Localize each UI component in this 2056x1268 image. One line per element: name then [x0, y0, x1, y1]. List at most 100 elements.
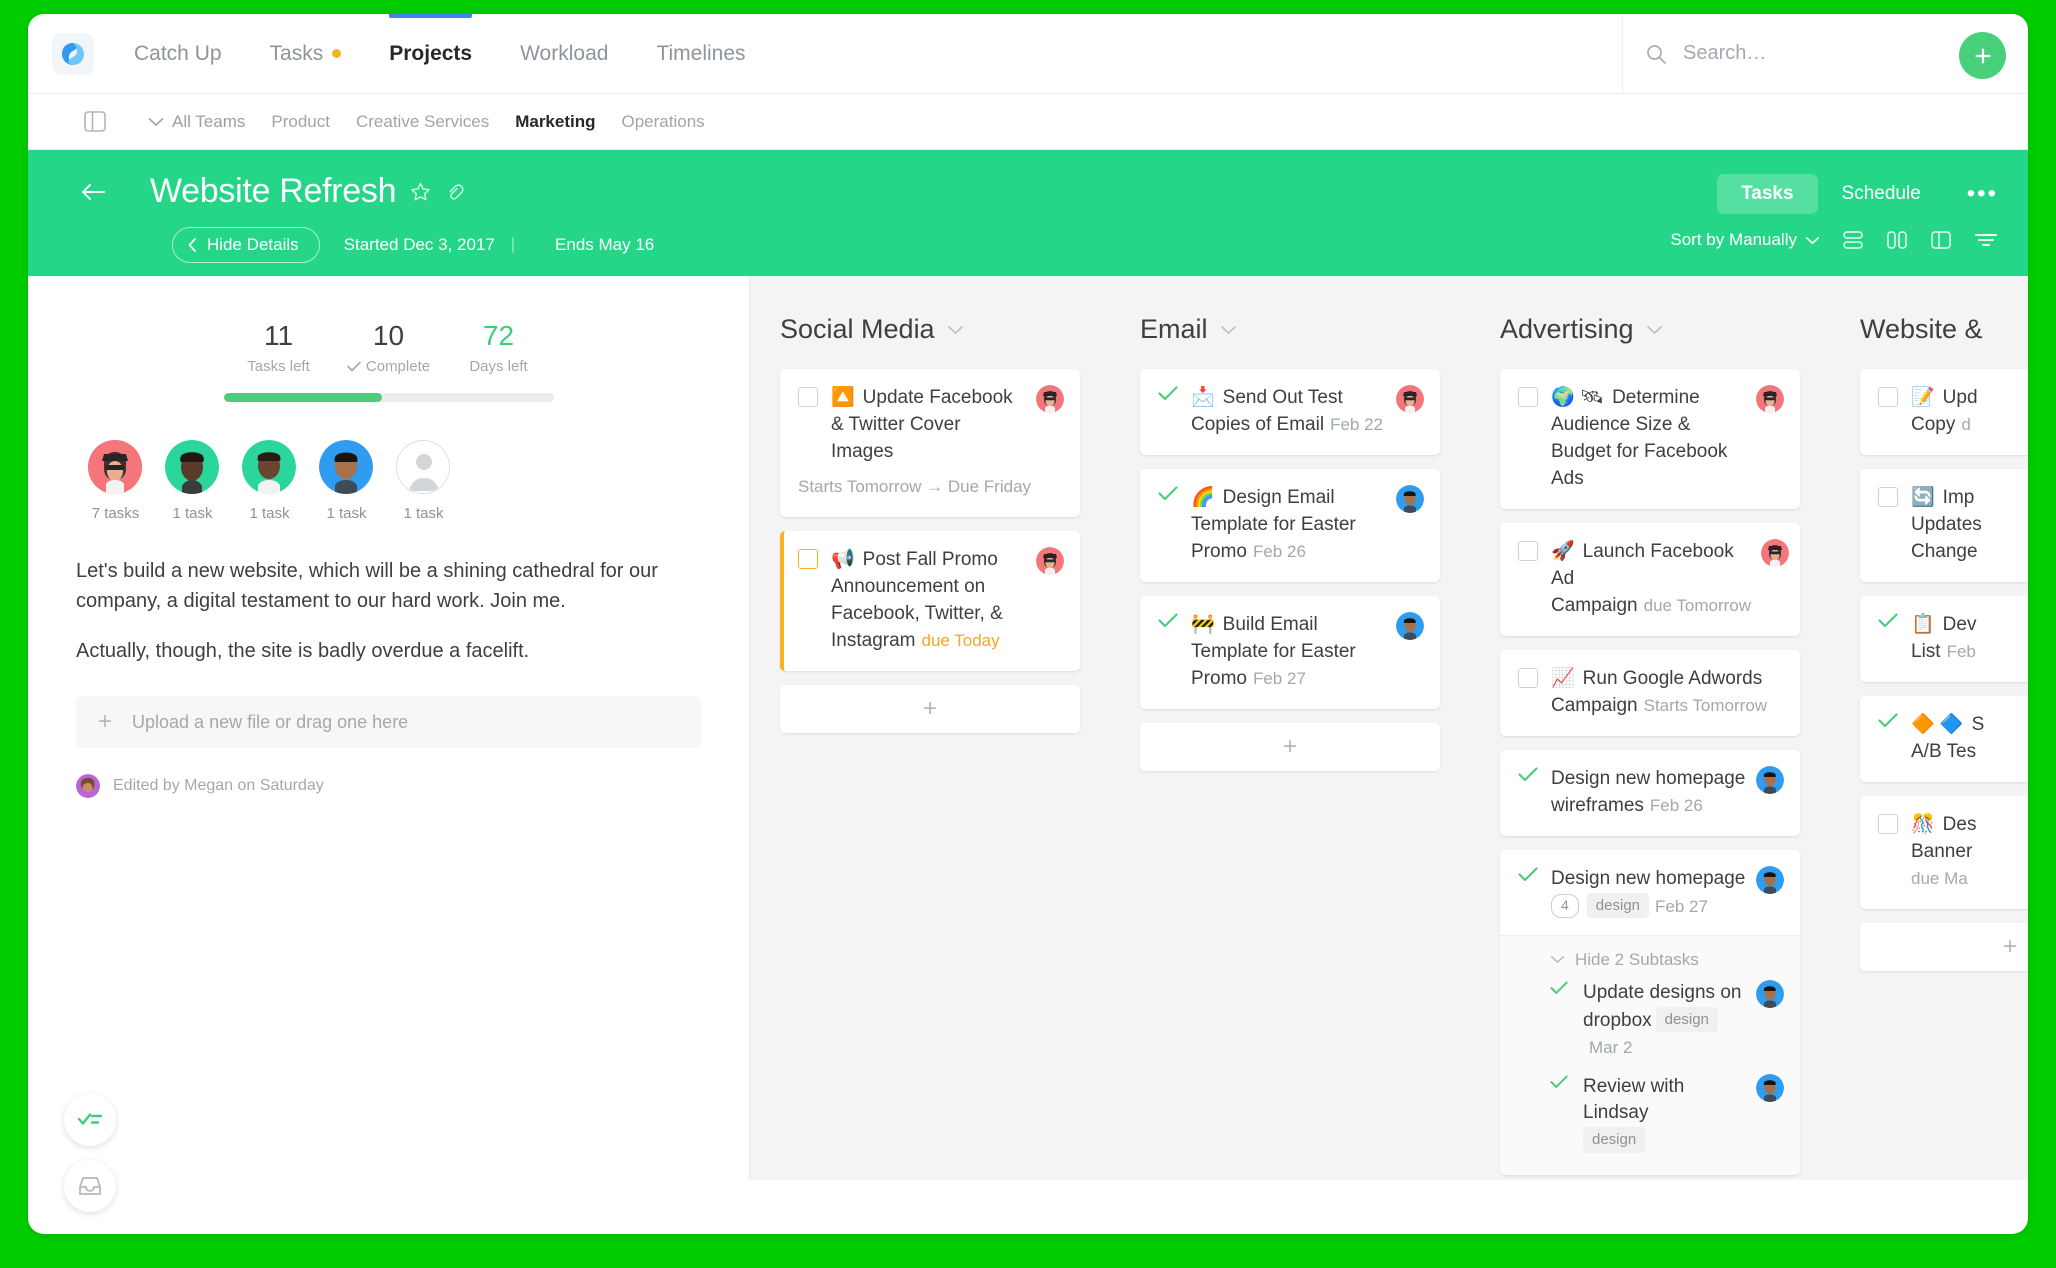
tab-tasks[interactable]: Tasks [1717, 174, 1818, 214]
chevron-down-icon[interactable] [1220, 325, 1237, 335]
nav-item-timelines[interactable]: Timelines [632, 14, 769, 94]
assignee-avatar[interactable] [1036, 546, 1064, 575]
assignee-avatar[interactable] [1761, 538, 1790, 567]
member[interactable]: 7 tasks [88, 440, 143, 522]
task-card[interactable]: 🎊 Des Banner due Ma [1860, 795, 2028, 909]
task-card[interactable]: Design new homepage wireframes Feb 26 [1500, 749, 1800, 836]
hide-details-button[interactable]: Hide Details [172, 227, 320, 263]
task-title: 🚧 Build Email Template for Easter Promo Fe… [1191, 613, 1356, 689]
task-checkbox[interactable] [798, 548, 818, 569]
team-item-creative-services[interactable]: Creative Services [356, 112, 489, 132]
task-checkbox[interactable] [1878, 387, 1898, 407]
assignee-avatar[interactable] [1756, 979, 1784, 1008]
progress-bar [223, 393, 554, 402]
tab-schedule[interactable]: Schedule [1818, 174, 1945, 214]
task-checkbox[interactable] [1518, 667, 1538, 688]
board-view-icon[interactable] [1886, 230, 1908, 250]
filter-icon[interactable] [1974, 230, 1998, 250]
assignee-avatar[interactable] [1756, 765, 1784, 794]
task-checkbox[interactable] [1518, 387, 1538, 407]
task-card[interactable]: 🔄 Imp Updates Change [1860, 468, 2028, 582]
member[interactable]: 1 task [242, 440, 297, 522]
team-item-operations[interactable]: Operations [622, 112, 705, 132]
chevron-down-icon[interactable] [148, 117, 164, 127]
hide-subtasks-toggle[interactable]: Hide 2 Subtasks [1500, 934, 1800, 974]
chevron-down-icon[interactable] [1646, 325, 1663, 335]
sidebar-toggle-icon[interactable] [84, 111, 106, 132]
app-logo[interactable] [36, 32, 110, 75]
member[interactable]: 1 task [165, 440, 220, 522]
add-task-button[interactable]: + [780, 684, 1080, 733]
back-arrow-icon[interactable] [80, 182, 106, 202]
task-card[interactable]: 🔶 🔷 S A/B Tes [1860, 695, 2028, 782]
file-upload-dropzone[interactable]: + Upload a new file or drag one here [76, 696, 701, 748]
column-header[interactable]: Website & [1860, 314, 2028, 345]
inbox-button[interactable] [64, 1160, 116, 1212]
task-card[interactable]: 🚀 Launch Facebook Ad Campaign due Tomorrow [1500, 522, 1800, 636]
completed-check-icon[interactable] [1518, 767, 1538, 782]
assignee-avatar[interactable] [1036, 385, 1064, 413]
task-card[interactable]: 🔼 Update Facebook & Twitter Cover Images … [780, 369, 1080, 517]
task-checkbox[interactable] [1878, 486, 1898, 507]
chevron-down-icon[interactable] [947, 325, 964, 335]
completed-check-icon[interactable] [1550, 981, 1570, 995]
assignee-avatar[interactable] [1756, 385, 1784, 413]
task-card[interactable]: 📩 Send Out Test Copies of Email Feb 22 [1140, 369, 1440, 455]
task-checkbox[interactable] [798, 387, 818, 407]
assignee-avatar[interactable] [1396, 611, 1424, 640]
project-stats: 11 Tasks left 10 Complete 72 Days left [76, 320, 701, 375]
task-card[interactable]: 🌍 🛰 Determine Audience Size & Budget for … [1500, 369, 1800, 509]
add-task-button[interactable]: + [1860, 922, 2028, 971]
project-details-panel: 11 Tasks left 10 Complete 72 Days left 7… [28, 276, 750, 1180]
completed-check-icon[interactable] [1878, 613, 1898, 628]
team-all-teams[interactable]: All Teams [172, 112, 245, 132]
completed-check-icon[interactable] [1158, 486, 1178, 501]
team-item-product[interactable]: Product [271, 112, 330, 132]
assignee-avatar[interactable] [1756, 865, 1784, 894]
task-card-with-subtasks[interactable]: Design new homepage 4 design Feb 27 Hide 2… [1500, 849, 1800, 1176]
add-task-button[interactable]: + [1140, 722, 1440, 771]
column-header[interactable]: Email [1140, 314, 1440, 345]
split-view-icon[interactable] [1930, 230, 1952, 250]
checklist-button[interactable] [64, 1094, 116, 1146]
team-item-marketing[interactable]: Marketing [515, 112, 595, 132]
description-paragraph: Let's build a new website, which will be… [76, 560, 658, 612]
search-input[interactable] [1683, 42, 1983, 65]
link-icon[interactable] [445, 182, 464, 201]
nav-item-catch-up[interactable]: Catch Up [110, 14, 246, 94]
task-checkbox[interactable] [1878, 813, 1898, 834]
completed-check-icon[interactable] [1158, 613, 1178, 628]
task-card[interactable]: 📢 Post Fall Promo Announcement on Faceboo… [780, 530, 1080, 671]
list-view-icon[interactable] [1842, 230, 1864, 250]
subtask-tag[interactable]: design [1583, 1127, 1646, 1153]
add-button[interactable] [1959, 32, 2006, 79]
star-icon[interactable] [410, 181, 431, 202]
subtask-row[interactable]: Review with Lindsay design [1518, 1068, 1784, 1162]
comment-count-badge[interactable]: 4 [1551, 893, 1579, 918]
task-card[interactable]: 🚧 Build Email Template for Easter Promo Fe… [1140, 595, 1440, 709]
assignee-avatar[interactable] [1396, 484, 1424, 513]
task-card[interactable]: 🌈 Design Email Template for Easter Promo F… [1140, 468, 1440, 582]
subtask-tag[interactable]: design [1655, 1006, 1718, 1032]
completed-check-icon[interactable] [1158, 386, 1178, 401]
task-tag[interactable]: design [1586, 892, 1649, 918]
nav-item-projects[interactable]: Projects [365, 14, 496, 94]
task-checkbox[interactable] [1518, 540, 1538, 561]
completed-check-icon[interactable] [1878, 713, 1898, 728]
nav-item-workload[interactable]: Workload [496, 14, 632, 94]
task-card[interactable]: 📈 Run Google Adwords Campaign Starts Tomor… [1500, 649, 1800, 736]
more-options-button[interactable]: ••• [1967, 182, 1998, 206]
column-header[interactable]: Social Media [780, 314, 1080, 345]
completed-check-icon[interactable] [1518, 867, 1538, 882]
member[interactable]: 1 task [319, 440, 374, 522]
task-card[interactable]: 📝 Upd Copy d [1860, 369, 2028, 455]
assignee-avatar[interactable] [1756, 1073, 1784, 1102]
nav-item-tasks[interactable]: Tasks [246, 14, 366, 94]
task-card[interactable]: 📋 Dev List Feb [1860, 595, 2028, 682]
column-header[interactable]: Advertising [1500, 314, 1800, 345]
assignee-avatar[interactable] [1396, 385, 1424, 413]
completed-check-icon[interactable] [1550, 1075, 1570, 1089]
sort-by-dropdown[interactable]: Sort by Manually [1670, 230, 1820, 250]
subtask-row[interactable]: Update designs on dropbox designMar 2 [1518, 974, 1784, 1068]
member[interactable]: 1 task [396, 440, 451, 522]
